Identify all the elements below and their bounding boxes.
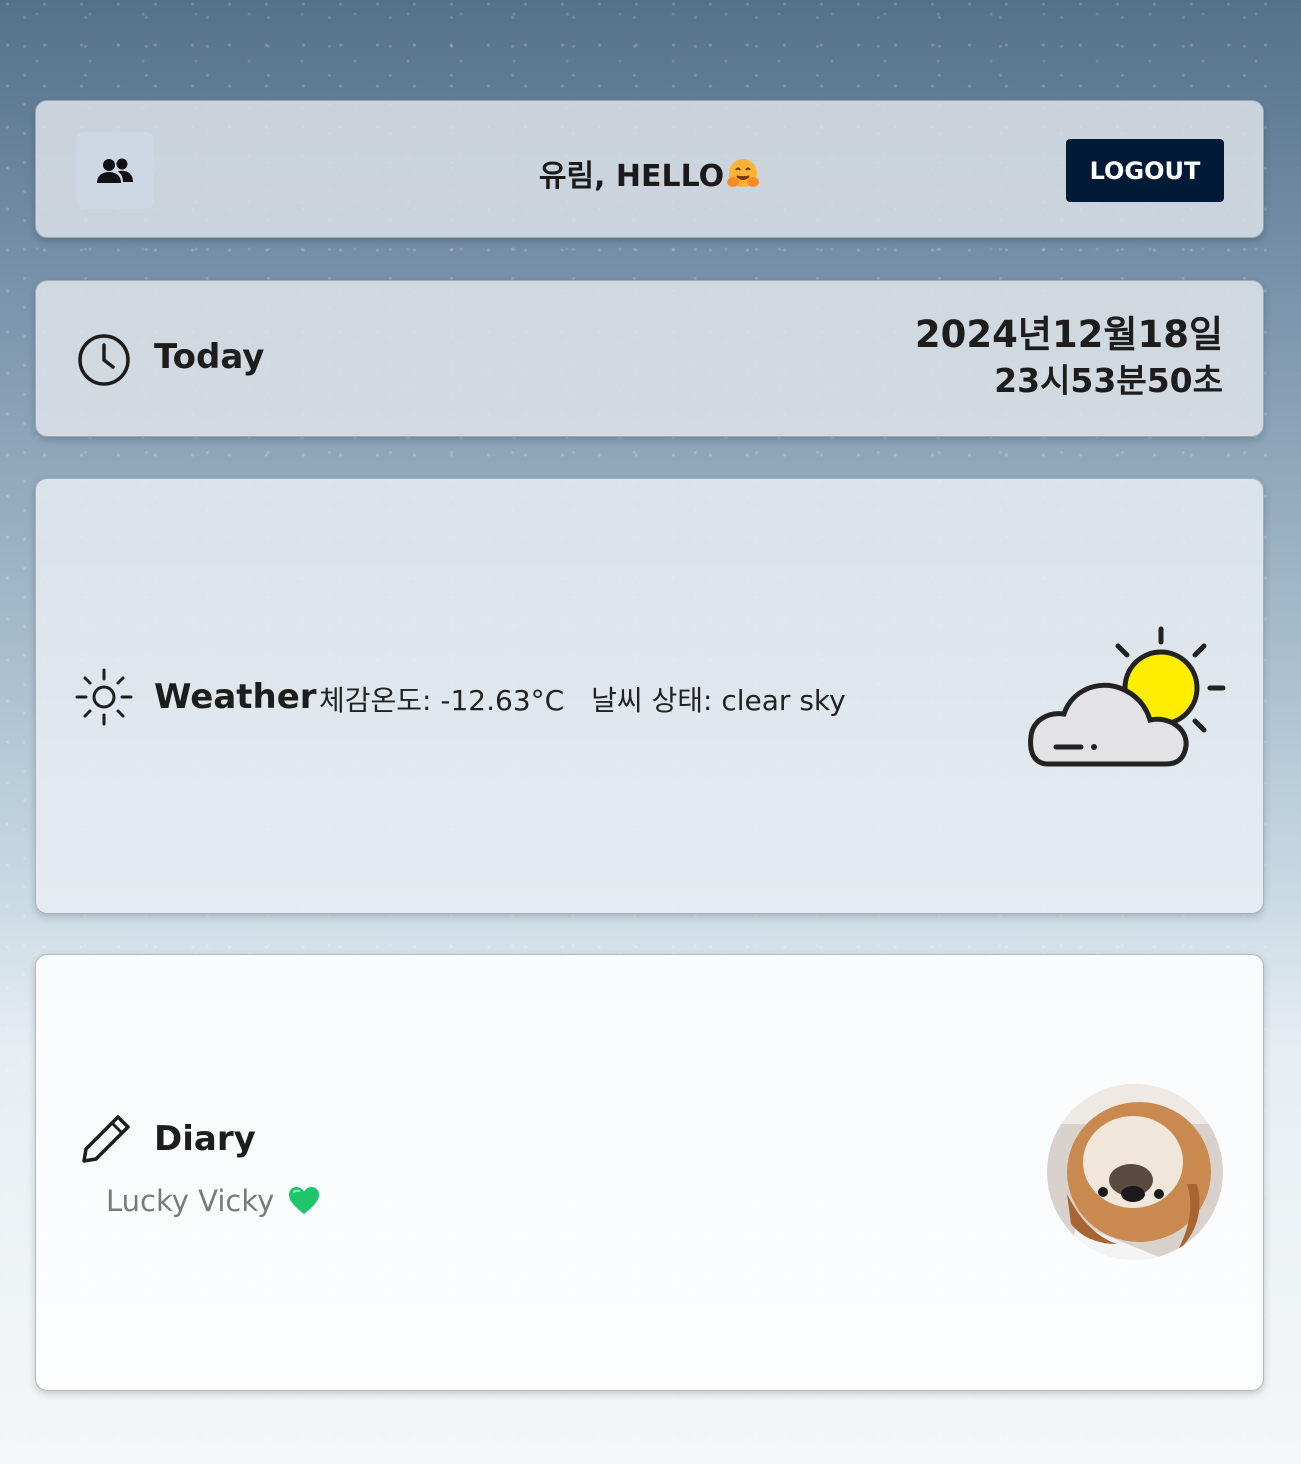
weather-info: 체감온도: -12.63°C 날씨 상태: clear sky	[319, 679, 864, 719]
partly-cloudy-icon	[1028, 626, 1226, 767]
dog-photo	[1047, 1084, 1223, 1260]
diary-subtitle: Lucky Vicky	[106, 1184, 320, 1218]
hugging-face-icon	[727, 159, 760, 187]
diary-subtitle-text: Lucky Vicky	[106, 1184, 275, 1218]
sun-icon	[75, 668, 133, 726]
dog-avatar[interactable]	[1047, 1084, 1223, 1260]
pencil-icon	[82, 1115, 130, 1163]
diary-title: Diary	[154, 1119, 256, 1159]
greeting-text: 유림, HELLO	[538, 159, 725, 194]
today-title: Today	[154, 337, 265, 377]
clock-icon	[78, 334, 130, 386]
weather-condition: 날씨 상태: clear sky	[591, 684, 846, 717]
today-card: Today 2024년12월18일 23시53분50초	[35, 280, 1264, 437]
diary-card: Diary Lucky Vicky	[35, 954, 1264, 1391]
weather-title: Weather	[154, 677, 317, 717]
green-heart-icon	[289, 1187, 320, 1214]
weather-card: Weather 체감온도: -12.63°C 날씨 상태: clear sky	[35, 478, 1264, 914]
header-card: 유림, HELLO LOGOUT	[35, 100, 1264, 238]
datetime: 2024년12월18일 23시53분50초	[915, 311, 1223, 403]
current-time: 23시53분50초	[994, 361, 1223, 400]
feels-like: 체감온도: -12.63°C	[319, 684, 565, 717]
logout-button[interactable]: LOGOUT	[1066, 139, 1224, 202]
current-date: 2024년12월18일	[914, 313, 1223, 356]
